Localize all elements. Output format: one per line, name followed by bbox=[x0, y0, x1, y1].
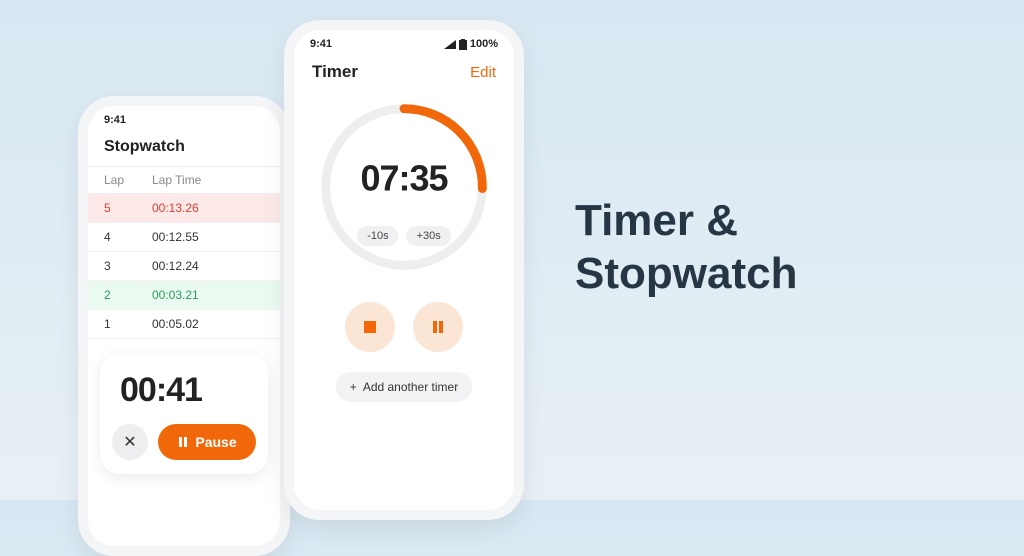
close-icon: ✕ bbox=[123, 432, 136, 452]
pause-icon bbox=[429, 318, 447, 336]
status-bar: 9:41 bbox=[88, 106, 280, 130]
timer-header: Timer Edit bbox=[294, 54, 514, 94]
status-right: 100% bbox=[444, 38, 498, 50]
add-timer-label: Add another timer bbox=[363, 380, 458, 394]
lap-table-head: Lap Lap Time bbox=[88, 166, 280, 194]
col-laptime: Lap Time bbox=[152, 173, 201, 187]
plus-icon: + bbox=[350, 380, 357, 394]
plus-30s-button[interactable]: +30s bbox=[407, 226, 451, 246]
lap-time: 00:12.55 bbox=[152, 230, 199, 244]
stopwatch-card: 00:41 ✕ Pause bbox=[100, 353, 268, 474]
lap-time: 00:12.24 bbox=[152, 259, 199, 273]
pause-icon bbox=[177, 436, 189, 448]
stopwatch-elapsed: 00:41 bbox=[112, 371, 256, 410]
timer-phone: 9:41 100% Timer Edit 07:35 -10s +30s bbox=[284, 20, 524, 520]
status-bar: 9:41 100% bbox=[294, 30, 514, 54]
add-timer-button[interactable]: + Add another timer bbox=[336, 372, 472, 402]
stopwatch-title: Stopwatch bbox=[104, 138, 185, 155]
minus-10s-button[interactable]: -10s bbox=[357, 226, 398, 246]
table-row: 400:12.55 bbox=[88, 223, 280, 252]
timer-title: Timer bbox=[312, 62, 358, 82]
hero-line1: Timer & bbox=[575, 195, 797, 248]
stop-icon bbox=[361, 318, 379, 336]
battery-pct: 100% bbox=[470, 38, 498, 50]
lap-time: 00:03.21 bbox=[152, 288, 199, 302]
stopwatch-controls: ✕ Pause bbox=[112, 424, 256, 460]
stopwatch-header: Stopwatch bbox=[88, 130, 280, 166]
lap-num: 5 bbox=[104, 201, 152, 215]
stopwatch-phone: 9:41 Stopwatch Lap Lap Time 500:13.26400… bbox=[78, 96, 290, 556]
lap-table: Lap Lap Time 500:13.26400:12.55300:12.24… bbox=[88, 166, 280, 339]
lap-num: 4 bbox=[104, 230, 152, 244]
signal-icon bbox=[444, 40, 456, 49]
timer-dial-wrap: 07:35 -10s +30s bbox=[294, 94, 514, 284]
hero-title: Timer & Stopwatch bbox=[575, 195, 797, 301]
timer-time: 07:35 bbox=[360, 158, 447, 200]
status-time: 9:41 bbox=[104, 114, 126, 126]
adjust-row: -10s +30s bbox=[357, 226, 451, 246]
timer-dial: 07:35 -10s +30s bbox=[315, 98, 493, 276]
lap-num: 3 bbox=[104, 259, 152, 273]
battery-icon bbox=[459, 39, 467, 50]
lap-time: 00:13.26 bbox=[152, 201, 199, 215]
pause-button[interactable] bbox=[413, 302, 463, 352]
status-time: 9:41 bbox=[310, 38, 332, 50]
hero-line2: Stopwatch bbox=[575, 248, 797, 301]
pause-button[interactable]: Pause bbox=[158, 424, 256, 460]
table-row: 300:12.24 bbox=[88, 252, 280, 281]
table-row: 100:05.02 bbox=[88, 310, 280, 339]
close-button[interactable]: ✕ bbox=[112, 424, 148, 460]
pause-label: Pause bbox=[195, 434, 236, 450]
lap-time: 00:05.02 bbox=[152, 317, 199, 331]
lap-num: 2 bbox=[104, 288, 152, 302]
table-row: 200:03.21 bbox=[88, 281, 280, 310]
lap-num: 1 bbox=[104, 317, 152, 331]
col-lap: Lap bbox=[104, 173, 152, 187]
stop-button[interactable] bbox=[345, 302, 395, 352]
table-row: 500:13.26 bbox=[88, 194, 280, 223]
edit-link[interactable]: Edit bbox=[470, 64, 496, 81]
timer-controls bbox=[294, 284, 514, 372]
